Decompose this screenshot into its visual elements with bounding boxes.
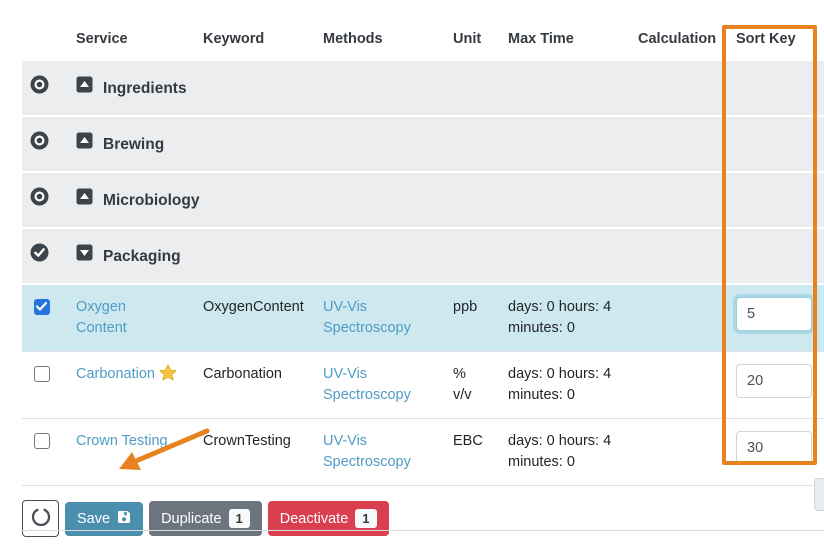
group-label: Ingredients (103, 80, 187, 97)
duplicate-count-badge: 1 (229, 509, 250, 528)
keyword-cell: Carbonation (195, 352, 315, 419)
methods-cell: UV-Vis Spectroscopy (315, 284, 445, 352)
group-row-microbiology[interactable]: Microbiology (22, 172, 824, 228)
group-label: Packaging (103, 248, 181, 265)
row-checkbox-unchecked[interactable] (34, 433, 50, 449)
row-checkbox-unchecked[interactable] (34, 366, 50, 382)
method-link[interactable]: UV-Vis Spectroscopy (323, 299, 411, 336)
service-cell: Carbonation (68, 352, 195, 419)
dot-circle-icon[interactable] (30, 75, 49, 101)
method-link[interactable]: UV-Vis Spectroscopy (323, 433, 411, 470)
dot-circle-icon[interactable] (30, 187, 49, 213)
unit-cell: EBC (445, 419, 500, 486)
column-header-max-time: Max Time (500, 25, 630, 60)
max-time-cell: days: 0 hours: 4 minutes: 0 (500, 352, 630, 419)
max-time-cell: days: 0 hours: 4 minutes: 0 (500, 284, 630, 352)
group-label-cell[interactable]: Brewing (68, 116, 824, 172)
column-header-unit: Unit (445, 25, 500, 60)
group-row-packaging[interactable]: Packaging (22, 228, 824, 284)
column-header-methods: Methods (315, 25, 445, 60)
caret-square-down-icon[interactable] (76, 244, 93, 268)
caret-square-up-icon[interactable] (76, 132, 93, 156)
group-label-cell[interactable]: Microbiology (68, 172, 824, 228)
group-label: Brewing (103, 136, 164, 153)
keyword-cell: CrownTesting (195, 419, 315, 486)
row-select-cell (22, 284, 68, 352)
table-row-oxygen-content: Oxygen Content OxygenContent UV-Vis Spec… (22, 284, 824, 352)
group-select-cell[interactable] (22, 172, 68, 228)
group-label-cell[interactable]: Ingredients (68, 60, 824, 116)
calculation-cell (630, 284, 722, 352)
dot-circle-icon[interactable] (30, 131, 49, 157)
sort-key-cell (722, 419, 824, 486)
service-link[interactable]: Oxygen Content (76, 299, 172, 315)
sort-key-input[interactable] (736, 297, 812, 331)
star-icon (159, 364, 177, 388)
deactivate-count-badge: 1 (355, 509, 376, 528)
column-header-keyword: Keyword (195, 25, 315, 60)
method-link[interactable]: UV-Vis Spectroscopy (323, 366, 411, 403)
services-table: Service Keyword Methods Unit Max Time Ca… (22, 25, 824, 486)
row-select-cell (22, 352, 68, 419)
column-header-calculation: Calculation (630, 25, 722, 60)
group-label: Microbiology (103, 192, 199, 209)
check-circle-icon[interactable] (30, 243, 49, 269)
methods-cell: UV-Vis Spectroscopy (315, 352, 445, 419)
calculation-cell (630, 352, 722, 419)
max-time-cell: days: 0 hours: 4 minutes: 0 (500, 419, 630, 486)
column-header-sort-key: Sort Key (722, 25, 824, 60)
group-row-brewing[interactable]: Brewing (22, 116, 824, 172)
sort-key-cell (722, 352, 824, 419)
service-link[interactable]: Crown Testing (76, 433, 168, 449)
caret-square-up-icon[interactable] (76, 76, 93, 100)
table-header: Service Keyword Methods Unit Max Time Ca… (22, 25, 824, 60)
table-row-crown-testing: Crown Testing CrownTesting UV-Vis Spectr… (22, 419, 824, 486)
services-listing-page: Service Keyword Methods Unit Max Time Ca… (0, 0, 824, 537)
row-select-cell (22, 419, 68, 486)
service-cell: Crown Testing (68, 419, 195, 486)
partial-button[interactable] (814, 478, 824, 511)
service-cell: Oxygen Content (68, 284, 195, 352)
group-label-cell[interactable]: Packaging (68, 228, 824, 284)
keyword-cell: OxygenContent (195, 284, 315, 352)
sort-key-cell (722, 284, 824, 352)
sort-key-input[interactable] (736, 431, 812, 465)
calculation-cell (630, 419, 722, 486)
group-select-cell[interactable] (22, 116, 68, 172)
action-toolbar: Save Duplicate 1 Deactivate 1 (22, 500, 824, 537)
column-header-service: Service (68, 25, 195, 60)
table-row-carbonation: Carbonation Carbonation UV-Vis Spectrosc… (22, 352, 824, 419)
methods-cell: UV-Vis Spectroscopy (315, 419, 445, 486)
save-floppy-icon (117, 510, 131, 528)
sort-key-input[interactable] (736, 364, 812, 398)
service-link[interactable]: Carbonation (76, 368, 155, 384)
unit-cell: ppb (445, 284, 500, 352)
group-select-cell[interactable] (22, 228, 68, 284)
circle-notch-icon (31, 507, 51, 530)
row-checkbox-checked[interactable] (34, 299, 50, 315)
group-row-ingredients[interactable]: Ingredients (22, 60, 824, 116)
bottom-divider (22, 530, 824, 531)
group-select-cell[interactable] (22, 60, 68, 116)
caret-square-up-icon[interactable] (76, 188, 93, 212)
select-column-header (22, 25, 68, 60)
unit-cell: % v/v (445, 352, 500, 419)
refresh-spinner-button[interactable] (22, 500, 59, 537)
